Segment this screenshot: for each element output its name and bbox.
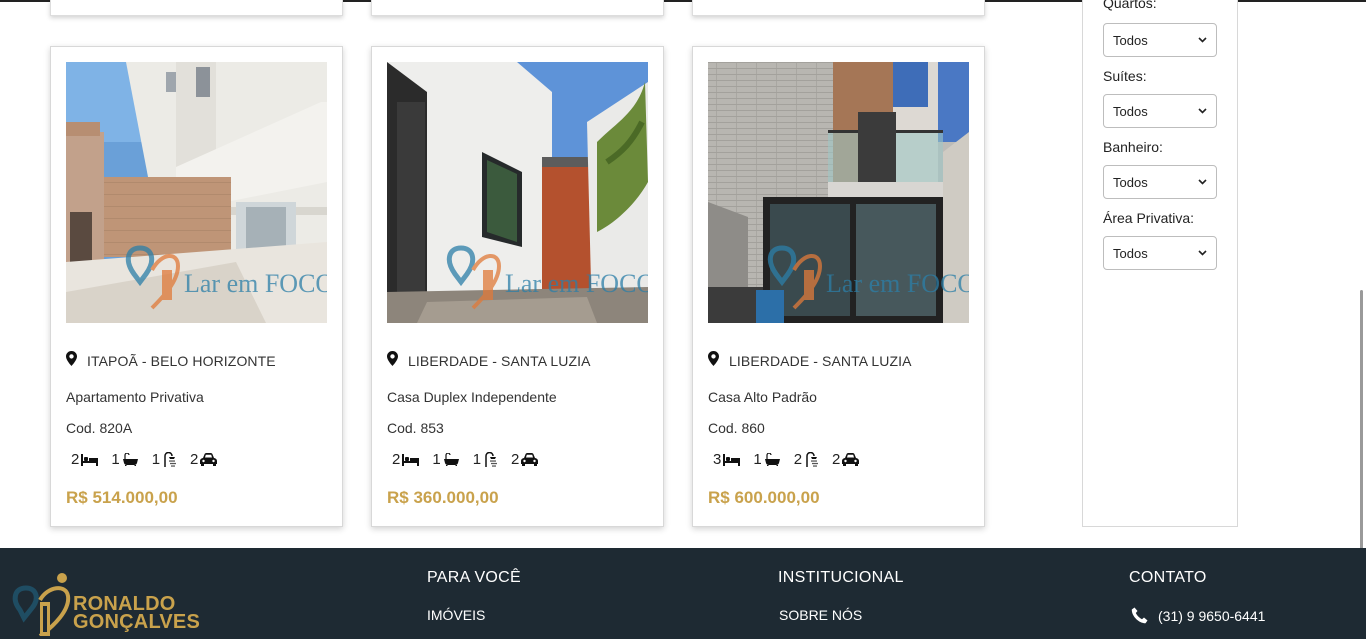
- suites-count: 1: [111, 451, 138, 468]
- footer-link-imoveis[interactable]: IMÓVEIS: [427, 607, 485, 623]
- suites-value: 1: [432, 451, 441, 468]
- listing-code: Cod. 853: [387, 420, 444, 436]
- suites-value: 1: [111, 451, 120, 468]
- bathtub-icon: [443, 453, 459, 466]
- listing-card[interactable]: Lar em FOCO LIBERDADE - SANTA LUZIA Casa…: [692, 46, 985, 527]
- bedrooms-value: 3: [713, 451, 722, 468]
- car-icon: [521, 453, 539, 466]
- previous-card-bottom: [50, 0, 343, 16]
- listing-location: ITAPOÃ - BELO HORIZONTE: [66, 350, 276, 369]
- bathtub-icon: [122, 453, 138, 466]
- footer-phone[interactable]: (31) 9 9650-6441: [1131, 607, 1265, 624]
- area-select-value: Todos: [1113, 246, 1148, 261]
- filter-label-suites: Suítes:: [1103, 68, 1147, 84]
- bathrooms-count: 1: [152, 451, 177, 468]
- listing-code: Cod. 860: [708, 420, 765, 436]
- area-select[interactable]: Todos: [1103, 236, 1217, 270]
- bedrooms-count: 2: [392, 451, 420, 468]
- previous-card-bottom: [692, 0, 985, 16]
- parking-count: 2: [190, 451, 218, 468]
- listing-price: R$ 514.000,00: [66, 488, 178, 507]
- footer-heading-institucional: INSTITUCIONAL: [778, 569, 904, 586]
- listing-features: 3 1 2 2: [713, 451, 872, 468]
- chevron-down-icon: [1198, 179, 1207, 185]
- suites-value: 1: [753, 451, 762, 468]
- listing-location-text: LIBERDADE - SANTA LUZIA: [408, 353, 591, 369]
- shower-icon: [806, 452, 818, 467]
- phone-icon: [1131, 607, 1148, 624]
- previous-card-bottom: [371, 0, 664, 16]
- listing-card[interactable]: Lar em FOCO ITAPOÃ - BELO HORIZONTE Apar…: [50, 46, 343, 527]
- suites-count: 1: [432, 451, 459, 468]
- chevron-down-icon: [1198, 250, 1207, 256]
- chevron-down-icon: [1198, 108, 1207, 114]
- bedrooms-value: 2: [392, 451, 401, 468]
- listing-price: R$ 600.000,00: [708, 488, 820, 507]
- bed-icon: [81, 453, 99, 466]
- bedrooms-count: 3: [713, 451, 741, 468]
- listing-location: LIBERDADE - SANTA LUZIA: [708, 350, 912, 369]
- banheiro-select[interactable]: Todos: [1103, 165, 1217, 199]
- listing-photo[interactable]: Lar em FOCO: [387, 62, 648, 323]
- listing-title[interactable]: Casa Alto Padrão: [708, 389, 817, 405]
- listing-features: 2 1 1 2: [71, 451, 230, 468]
- suites-select-value: Todos: [1113, 104, 1148, 119]
- bathrooms-value: 1: [472, 451, 482, 468]
- page-scrollbar[interactable]: [1360, 290, 1363, 565]
- listing-title[interactable]: Casa Duplex Independente: [387, 389, 557, 405]
- bathrooms-value: 2: [793, 451, 803, 468]
- watermark-text: Lar em FOCO: [505, 269, 648, 298]
- listing-card[interactable]: Lar em FOCO LIBERDADE - SANTA LUZIA Casa…: [371, 46, 664, 527]
- footer-heading-contato: CONTATO: [1129, 569, 1207, 586]
- listing-photo[interactable]: Lar em FOCO: [66, 62, 327, 323]
- map-pin-icon: [708, 350, 719, 366]
- bed-icon: [402, 453, 420, 466]
- bedrooms-value: 2: [71, 451, 80, 468]
- suites-count: 1: [753, 451, 780, 468]
- suites-select[interactable]: Todos: [1103, 94, 1217, 128]
- footer-heading-para-voce: PARA VOCÊ: [427, 569, 521, 586]
- logo-line-2: GONÇALVES: [73, 611, 200, 633]
- logo-mark-icon: [12, 573, 71, 636]
- bathrooms-count: 2: [794, 451, 819, 468]
- parking-count: 2: [832, 451, 860, 468]
- bedrooms-count: 2: [71, 451, 99, 468]
- shower-icon: [164, 452, 176, 467]
- filter-sidebar: Quartos: Todos Suítes: Todos Banheiro: T…: [1082, 0, 1238, 527]
- chevron-down-icon: [1198, 37, 1207, 43]
- parking-count: 2: [511, 451, 539, 468]
- listing-code: Cod. 820A: [66, 420, 133, 436]
- watermark-text: Lar em FOCO: [184, 269, 327, 298]
- company-logo[interactable]: RONALDO GONÇALVES: [10, 570, 210, 636]
- footer-link-sobre-nos[interactable]: SOBRE NÓS: [779, 607, 862, 623]
- quartos-select[interactable]: Todos: [1103, 23, 1217, 57]
- parking-value: 2: [190, 451, 199, 468]
- banheiro-select-value: Todos: [1113, 175, 1148, 190]
- car-icon: [200, 453, 218, 466]
- listing-features: 2 1 1 2: [392, 451, 551, 468]
- car-icon: [842, 453, 860, 466]
- bathrooms-value: 1: [151, 451, 161, 468]
- bed-icon: [723, 453, 741, 466]
- bathrooms-count: 1: [473, 451, 498, 468]
- bathtub-icon: [764, 453, 780, 466]
- map-pin-icon: [387, 350, 398, 366]
- filter-label-banheiro: Banheiro:: [1103, 139, 1163, 155]
- quartos-select-value: Todos: [1113, 33, 1148, 48]
- listing-price: R$ 360.000,00: [387, 488, 499, 507]
- parking-value: 2: [511, 451, 520, 468]
- listing-location-text: ITAPOÃ - BELO HORIZONTE: [87, 353, 276, 369]
- filter-label-quartos: Quartos:: [1103, 0, 1157, 11]
- filter-label-area: Área Privativa:: [1103, 210, 1195, 226]
- listing-location: LIBERDADE - SANTA LUZIA: [387, 350, 591, 369]
- footer-phone-text: (31) 9 9650-6441: [1158, 607, 1266, 624]
- watermark-text: Lar em FOCO: [826, 269, 969, 298]
- parking-value: 2: [832, 451, 841, 468]
- site-footer: RONALDO GONÇALVES PARA VOCÊ IMÓVEIS INST…: [0, 548, 1366, 639]
- listing-title[interactable]: Apartamento Privativa: [66, 389, 204, 405]
- shower-icon: [485, 452, 497, 467]
- listing-location-text: LIBERDADE - SANTA LUZIA: [729, 353, 912, 369]
- map-pin-icon: [66, 350, 77, 366]
- listing-photo[interactable]: Lar em FOCO: [708, 62, 969, 323]
